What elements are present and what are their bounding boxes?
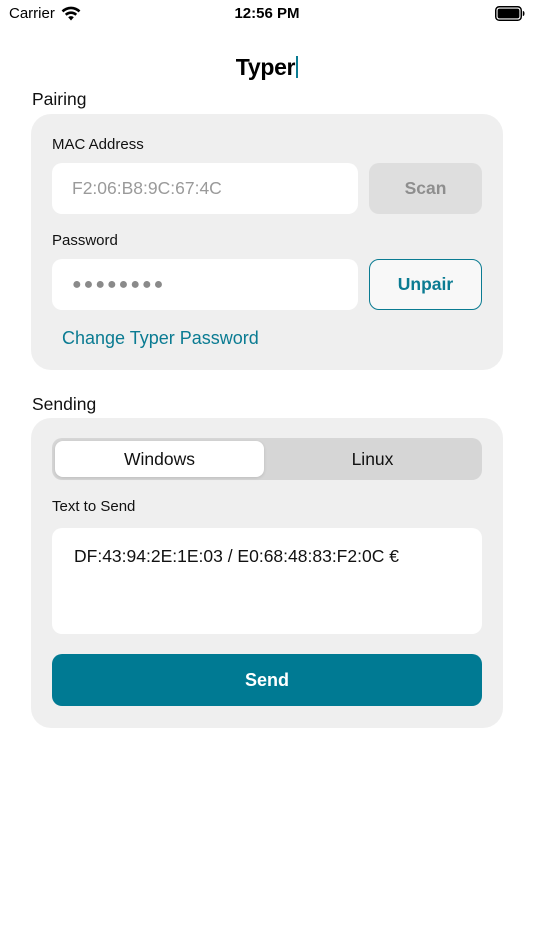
text-to-send-value: DF:43:94:2E:1E:03 / E0:68:48:83:F2:0C €	[74, 546, 399, 566]
battery-icon	[495, 6, 525, 21]
change-password-link[interactable]: Change Typer Password	[62, 328, 259, 349]
password-label: Password	[52, 232, 118, 249]
segment-windows[interactable]: Windows	[55, 441, 264, 477]
app-title-text: Typer	[235, 54, 296, 80]
mac-address-placeholder: F2:06:B8:9C:67:4C	[72, 178, 222, 198]
unpair-button[interactable]: Unpair	[369, 259, 482, 310]
mac-address-label: MAC Address	[52, 136, 144, 153]
text-cursor	[296, 56, 299, 78]
segment-linux[interactable]: Linux	[268, 441, 477, 477]
password-value: ●●●●●●●●	[72, 275, 166, 293]
mac-address-input[interactable]: F2:06:B8:9C:67:4C	[52, 163, 358, 214]
pairing-card: MAC Address F2:06:B8:9C:67:4C Scan Passw…	[31, 114, 503, 370]
password-input[interactable]: ●●●●●●●●	[52, 259, 358, 310]
pairing-heading: Pairing	[32, 89, 87, 109]
app-title: Typer	[0, 54, 534, 81]
status-bar: Carrier 12:56 PM	[0, 0, 534, 30]
text-to-send-label: Text to Send	[52, 498, 136, 515]
sending-card: Windows Linux Text to Send DF:43:94:2E:1…	[31, 418, 503, 728]
scan-button[interactable]: Scan	[369, 163, 482, 214]
status-time: 12:56 PM	[234, 5, 300, 22]
sending-heading: Sending	[32, 394, 97, 414]
text-to-send-input[interactable]: DF:43:94:2E:1E:03 / E0:68:48:83:F2:0C €	[52, 528, 482, 634]
send-button[interactable]: Send	[52, 654, 482, 706]
os-segmented-control: Windows Linux	[52, 438, 482, 480]
